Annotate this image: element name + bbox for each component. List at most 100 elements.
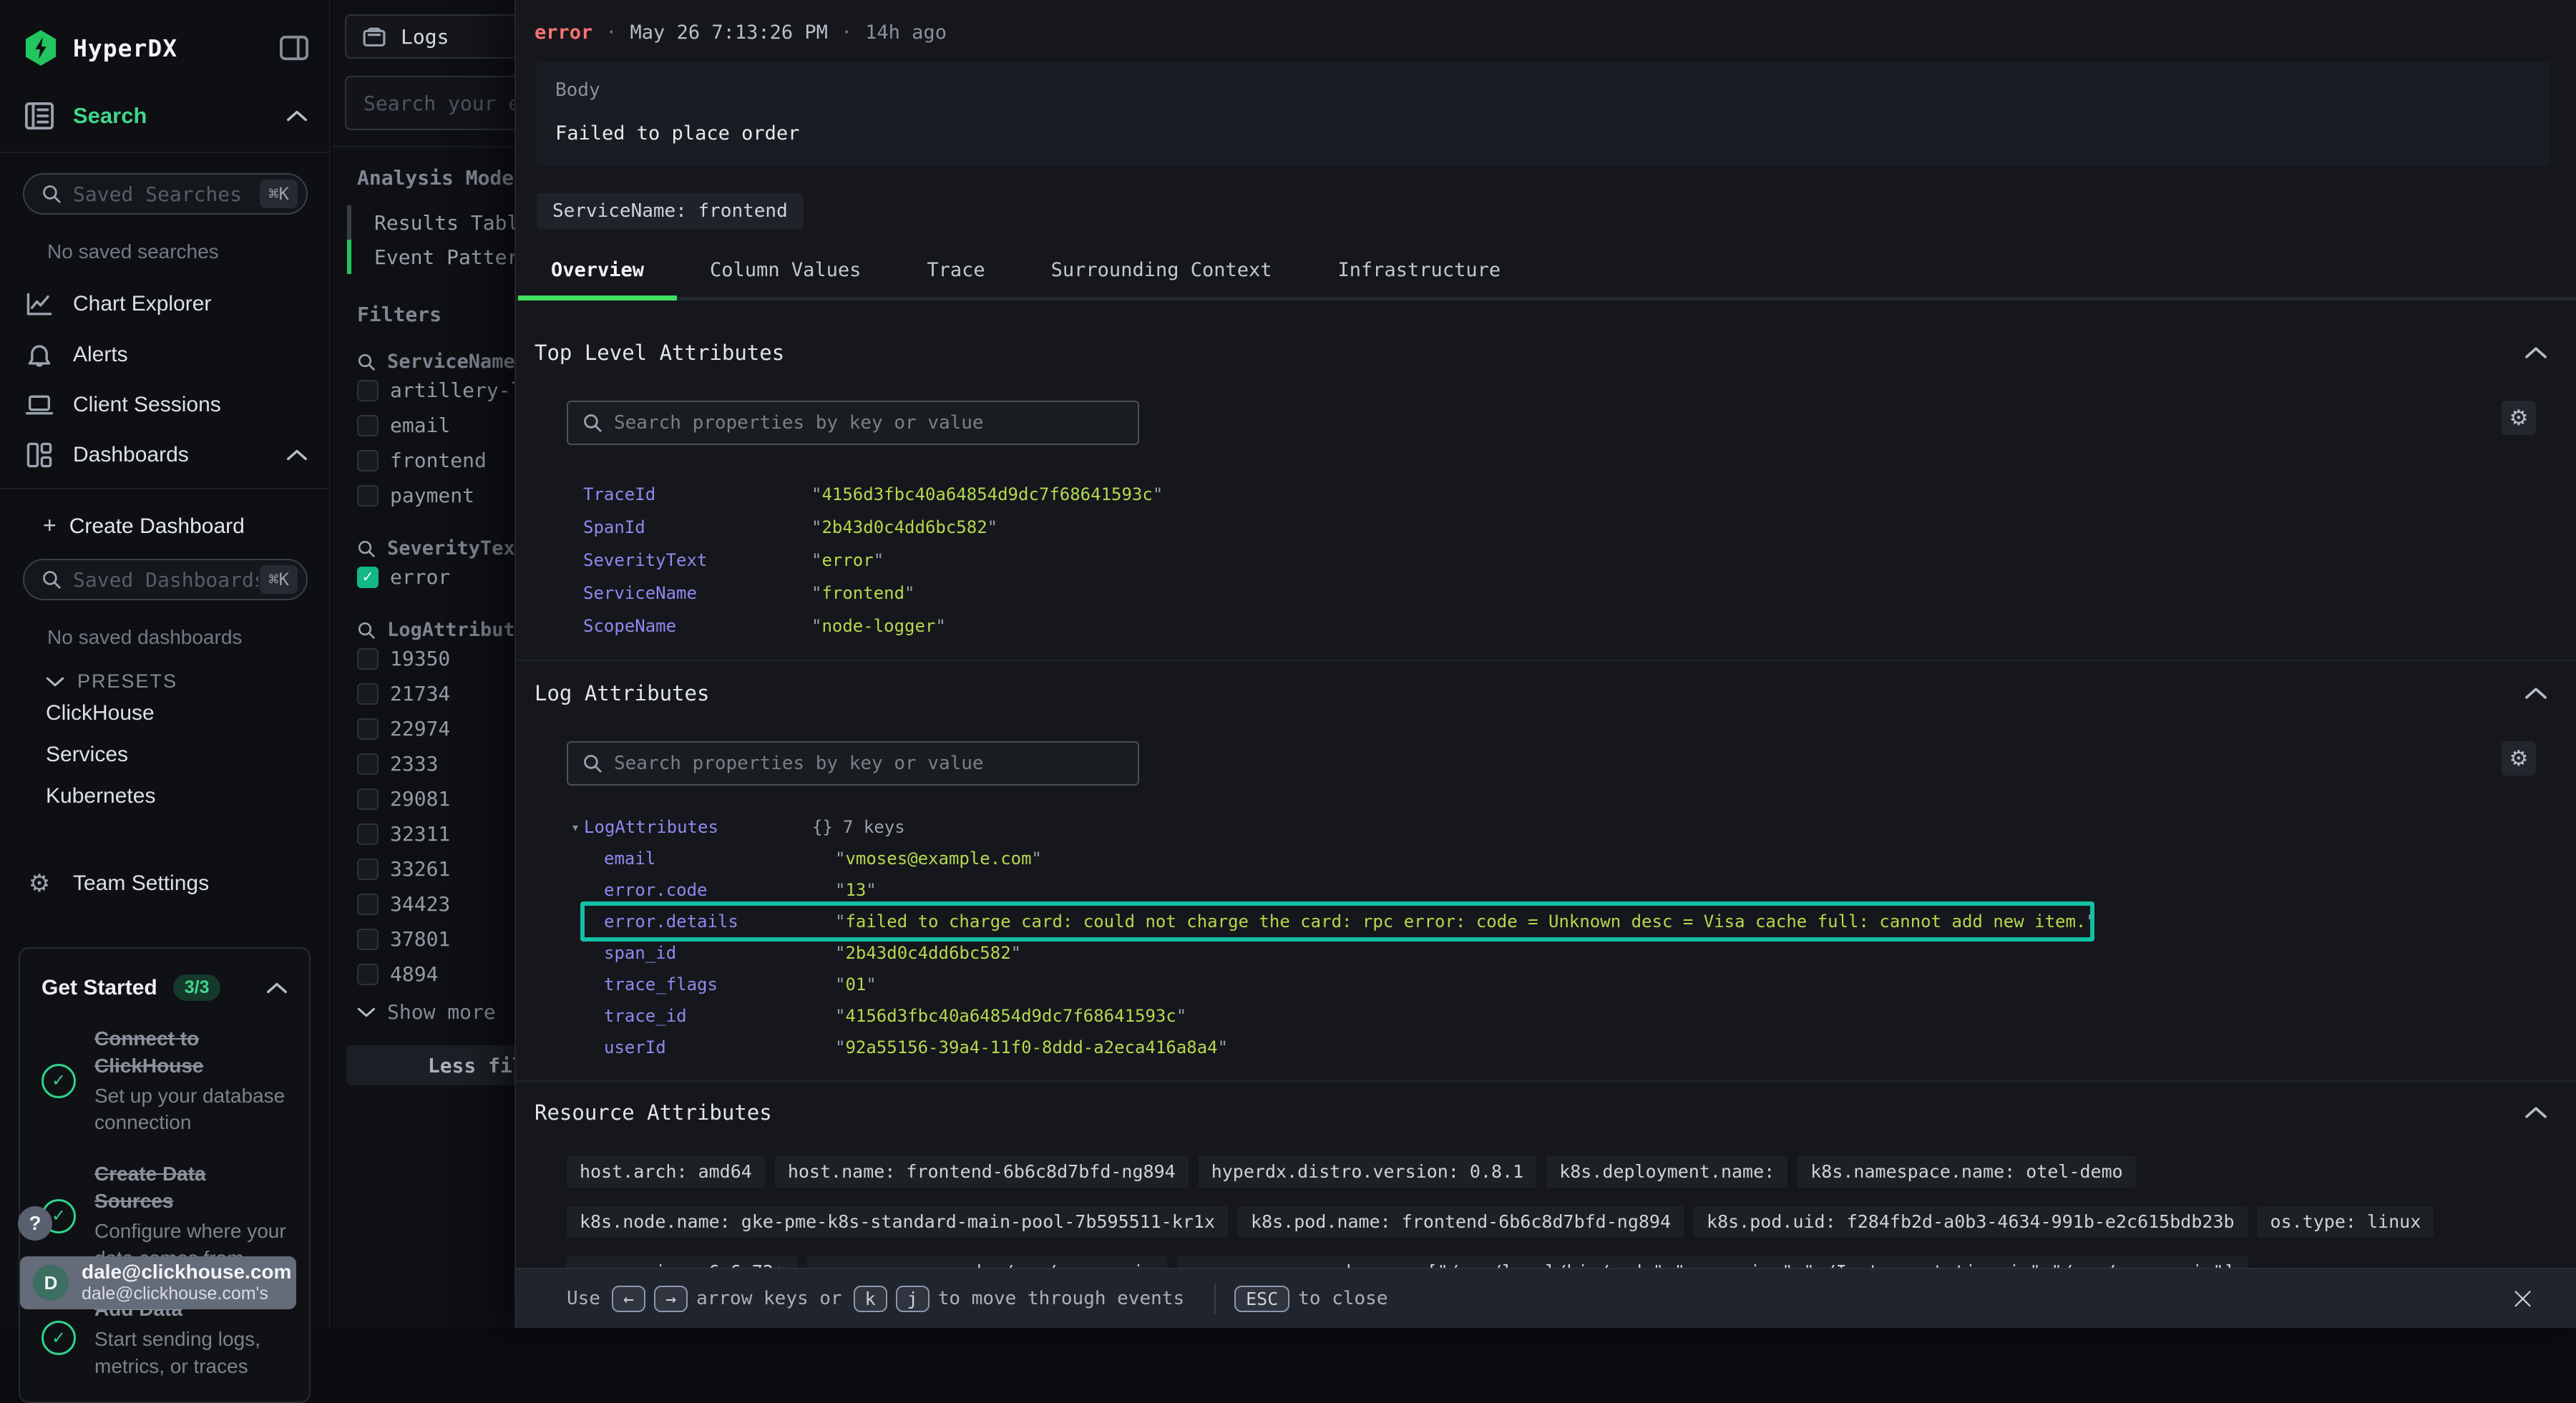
checkbox[interactable] — [357, 683, 379, 705]
checkbox[interactable] — [357, 415, 379, 436]
filter-option[interactable]: payment — [332, 478, 514, 513]
filter-option[interactable]: frontend — [332, 443, 514, 478]
resource-tag[interactable]: k8s.node.name: gke-pme-k8s-standard-main… — [567, 1206, 1228, 1238]
saved-searches-field[interactable] — [72, 182, 260, 207]
settings-gear-button[interactable]: ⚙ — [2502, 741, 2536, 776]
preset-clickhouse[interactable]: ClickHouse — [0, 693, 329, 734]
checkbox[interactable] — [357, 485, 379, 507]
resource-tag[interactable]: k8s.pod.uid: f284fb2d-a0b3-4634-991b-e2c… — [1694, 1206, 2248, 1238]
close-icon[interactable]: × — [2509, 1283, 2536, 1314]
tab-surrounding-context[interactable]: Surrounding Context — [1018, 259, 1305, 297]
sidebar-item-team-settings[interactable]: ⚙ Team Settings — [0, 857, 329, 910]
resource-tag[interactable]: k8s.pod.name: frontend-6b6c8d7bfd-ng894 — [1238, 1206, 1684, 1238]
checkbox[interactable] — [357, 823, 379, 845]
property-search-input[interactable] — [613, 752, 1123, 775]
filter-option[interactable]: 32311 — [332, 816, 514, 851]
filter-option[interactable]: artillery-loadgen — [332, 373, 514, 408]
attribute-row[interactable]: SpanId 2b43d0c4dd6bc582 — [583, 511, 2576, 544]
saved-searches-input[interactable]: ⌘K — [23, 173, 308, 215]
resource-tag[interactable]: host.name: frontend-6b6c8d7bfd-ng894 — [775, 1156, 1189, 1188]
checkbox[interactable] — [357, 450, 379, 471]
filter-option[interactable]: 37801 — [332, 922, 514, 957]
caret-down-icon[interactable]: ▾ — [571, 818, 580, 836]
sidebar-item-search[interactable]: Search — [0, 66, 329, 153]
chevron-up-icon[interactable] — [286, 109, 308, 123]
property-search-input[interactable] — [613, 411, 1123, 434]
tab-overview[interactable]: Overview — [518, 259, 677, 297]
saved-dashboards-field[interactable] — [72, 567, 260, 592]
collapse-sidebar-icon[interactable] — [279, 34, 309, 62]
chevron-up-icon[interactable] — [286, 448, 308, 462]
presets-toggle[interactable]: PRESETS — [0, 649, 329, 693]
checkbox[interactable] — [357, 929, 379, 950]
saved-dashboards-input[interactable]: ⌘K — [23, 559, 308, 600]
resource-tag[interactable]: process.command: /app/server.js — [807, 1256, 1167, 1268]
attribute-row[interactable]: email vmoses@example.com — [604, 843, 2576, 874]
tree-root-row[interactable]: ▾ LogAttributes {}7 keys — [571, 811, 2576, 843]
checkbox[interactable] — [357, 788, 379, 810]
property-search-box[interactable] — [567, 741, 1139, 786]
filter-option-checked[interactable]: ✓error — [332, 559, 514, 595]
attribute-row[interactable]: span_id 2b43d0c4dd6bc582 — [604, 937, 2576, 969]
settings-gear-button[interactable]: ⚙ — [2502, 401, 2536, 435]
filter-option[interactable]: 29081 — [332, 781, 514, 816]
attribute-row[interactable]: trace_flags 01 — [604, 969, 2576, 1000]
chevron-up-icon[interactable] — [2524, 1105, 2547, 1120]
checkbox[interactable] — [357, 380, 379, 401]
source-select[interactable]: Logs — [345, 14, 514, 59]
resource-tag[interactable]: hyperdx.distro.version: 0.8.1 — [1199, 1156, 1537, 1188]
checkbox-checked[interactable]: ✓ — [357, 567, 379, 588]
attribute-row[interactable]: userId 92a55156-39a4-11f0-8ddd-a2eca416a… — [604, 1032, 2576, 1063]
mode-results-table[interactable]: Results Table — [347, 205, 514, 240]
chevron-up-icon[interactable] — [266, 981, 288, 995]
preset-services[interactable]: Services — [0, 734, 329, 776]
tab-infrastructure[interactable]: Infrastructure — [1305, 259, 1534, 297]
checkbox[interactable] — [357, 859, 379, 880]
checkbox[interactable] — [357, 753, 379, 775]
checkbox[interactable] — [357, 964, 379, 985]
attribute-row[interactable]: SeverityText error — [583, 544, 2576, 577]
resource-tag[interactable]: host.arch: amd64 — [567, 1156, 765, 1188]
filter-option[interactable]: 22974 — [332, 711, 514, 746]
tab-column-values[interactable]: Column Values — [677, 259, 894, 297]
chevron-up-icon[interactable] — [2524, 685, 2547, 701]
attribute-row[interactable]: trace_id 4156d3fbc40a64854d9dc7f68641593… — [604, 1000, 2576, 1032]
help-button[interactable]: ? — [18, 1206, 52, 1241]
sidebar-item-chart-explorer[interactable]: Chart Explorer — [0, 279, 329, 329]
attribute-row[interactable]: TraceId 4156d3fbc40a64854d9dc7f68641593c — [583, 478, 2576, 511]
mode-event-patterns[interactable]: Event Patterns — [347, 240, 514, 274]
show-more-button[interactable]: Show more — [332, 992, 514, 1024]
event-search-box[interactable] — [345, 76, 514, 130]
service-name-tag[interactable]: ServiceName: frontend — [537, 193, 804, 229]
filter-option[interactable]: 19350 — [332, 641, 514, 676]
filter-option[interactable]: 34423 — [332, 886, 514, 922]
filter-option[interactable]: 2333 — [332, 746, 514, 781]
attribute-row[interactable]: ScopeName node-logger — [583, 610, 2576, 642]
filter-option[interactable]: email — [332, 408, 514, 443]
get-started-step-sources[interactable]: ✓ Create Data Sources Configure where yo… — [42, 1160, 288, 1271]
sidebar-item-alerts[interactable]: Alerts — [0, 329, 329, 381]
preset-kubernetes[interactable]: Kubernetes — [0, 776, 329, 817]
checkbox[interactable] — [357, 894, 379, 915]
resource-tag[interactable]: process.command_args: ["/usr/local/bin/n… — [1177, 1256, 2248, 1268]
get-started-step-connect[interactable]: ✓ Connect to ClickHouse Set up your data… — [42, 1025, 288, 1136]
resource-tag[interactable]: k8s.namespace.name: otel-demo — [1797, 1156, 2136, 1188]
attribute-row[interactable]: error.code 13 — [604, 874, 2576, 906]
less-filters-button[interactable]: Less filters — [346, 1045, 514, 1085]
filter-option[interactable]: 21734 — [332, 676, 514, 711]
create-dashboard-button[interactable]: +Create Dashboard — [0, 489, 329, 539]
filter-option[interactable]: 33261 — [332, 851, 514, 886]
sidebar-item-dashboards[interactable]: Dashboards — [0, 429, 329, 481]
resource-tag[interactable]: k8s.deployment.name: — [1546, 1156, 1787, 1188]
attribute-row[interactable]: ServiceName frontend — [583, 577, 2576, 610]
filter-option[interactable]: 4894 — [332, 957, 514, 992]
property-search-box[interactable] — [567, 401, 1139, 445]
sidebar-item-client-sessions[interactable]: Client Sessions — [0, 381, 329, 429]
attribute-row-highlighted[interactable]: error.details failed to charge card: cou… — [604, 906, 2576, 937]
checkbox[interactable] — [357, 718, 379, 740]
chevron-up-icon[interactable] — [2524, 345, 2547, 361]
resource-tag[interactable]: os.type: linux — [2258, 1206, 2434, 1238]
checkbox[interactable] — [357, 648, 379, 670]
user-menu[interactable]: D dale@clickhouse.com dale@clickhouse.co… — [20, 1256, 296, 1309]
event-search-input[interactable] — [362, 91, 514, 116]
